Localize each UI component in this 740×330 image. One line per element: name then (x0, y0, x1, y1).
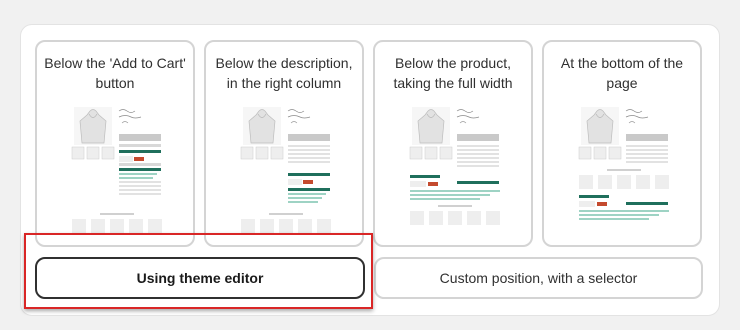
placement-card-add-to-cart[interactable]: Below the 'Add to Cart' button (35, 40, 195, 247)
card-title: At the bottom of the page (560, 55, 684, 91)
placement-card-page-bottom[interactable]: At the bottom of the page (542, 40, 702, 247)
product-page-preview-image (578, 107, 669, 220)
card-title: Below the product, taking the full width (393, 55, 513, 91)
custom-position-selector-button[interactable]: Custom position, with a selector (374, 257, 703, 299)
product-page-preview-image (409, 107, 500, 225)
product-page-preview-image (71, 107, 162, 233)
card-title: Below the 'Add to Cart' button (44, 55, 186, 91)
placement-card-full-width[interactable]: Below the product, taking the full width (373, 40, 533, 247)
product-page-preview-image (240, 107, 331, 233)
card-title: Below the description, in the right colu… (215, 55, 353, 91)
using-theme-editor-button[interactable]: Using theme editor (35, 257, 365, 299)
placement-card-right-column[interactable]: Below the description, in the right colu… (204, 40, 364, 247)
